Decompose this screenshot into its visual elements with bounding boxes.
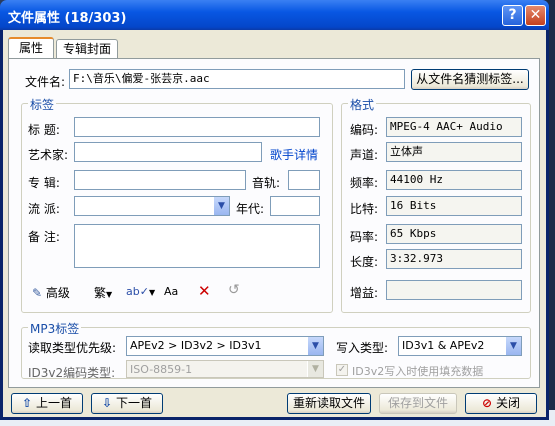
artist-details-link[interactable]: 歌手详情: [270, 146, 318, 163]
chevron-down-icon[interactable]: ▼: [307, 361, 323, 377]
chevron-down-icon[interactable]: ▼: [213, 197, 229, 215]
format-group-title: 格式: [348, 96, 377, 113]
traditional-label: 繁: [94, 286, 107, 300]
filename-field[interactable]: F:\音乐\偏爱-张芸京.aac: [69, 69, 405, 89]
title-field[interactable]: [74, 117, 320, 137]
write-type-value: ID3v1 & APEv2: [402, 339, 485, 352]
artist-field[interactable]: [74, 142, 262, 162]
chevron-down-icon: ▼: [148, 288, 156, 297]
advanced-label: 高级: [45, 286, 70, 300]
chevron-down-icon[interactable]: ▼: [505, 337, 521, 355]
arrow-down-icon: ⇩: [102, 396, 113, 410]
properties-panel: 文件名: F:\音乐\偏爱-张芸京.aac 从文件名猜测标签... 标签 标 题…: [8, 58, 540, 388]
tab-properties[interactable]: 属性: [8, 37, 54, 59]
file-properties-dialog: 文件属性 (18/303) ? ✕ 属性 专辑封面 文件名: F:\音乐\偏爱-…: [0, 0, 549, 420]
genre-select[interactable]: ▼: [74, 196, 230, 216]
tags-group-title: 标签: [28, 96, 57, 113]
previous-track-label: 上一首: [35, 396, 72, 410]
spell-check-icon: ab✓: [126, 285, 149, 298]
guess-from-filename-button[interactable]: 从文件名猜测标签...: [411, 69, 529, 90]
comment-label: 备 注:: [28, 230, 60, 244]
delete-icon[interactable]: ✕: [198, 282, 211, 300]
encoding-type-select[interactable]: ISO-8859-1 ▼: [126, 360, 324, 378]
case-label: Aa: [164, 285, 179, 298]
close-label: 关闭: [495, 396, 520, 410]
help-button[interactable]: ?: [502, 5, 523, 26]
encoding-type-value: ISO-8859-1: [130, 363, 193, 376]
album-field[interactable]: [74, 170, 246, 190]
gain-label: 增益:: [350, 286, 379, 300]
chevron-down-icon[interactable]: ▼: [307, 337, 323, 355]
chevron-down-icon: ▼: [106, 290, 113, 299]
edit-icon: ✎: [32, 286, 43, 300]
padding-checkbox[interactable]: ✓: [336, 364, 348, 376]
undo-icon[interactable]: ↺: [228, 282, 240, 298]
track-field[interactable]: [288, 170, 320, 190]
year-field[interactable]: [270, 196, 320, 216]
tags-group: 标签 标 题: 艺术家: 歌手详情 专 辑: 音轨: 流 派: ▼ 年代: 备 …: [21, 96, 333, 313]
close-circle-icon: ⊘: [482, 396, 493, 410]
bits-label: 比特:: [350, 202, 379, 216]
title-bar[interactable]: 文件属性 (18/303) ? ✕: [0, 0, 549, 30]
mp3-tag-group: MP3标签 读取类型优先级: APEv2 > ID3v2 > ID3v1 ▼ 写…: [21, 320, 531, 380]
track-label: 音轨:: [252, 176, 281, 190]
encoding-type-label: ID3v2编码类型:: [28, 366, 116, 380]
next-track-button[interactable]: ⇩ 下一首: [91, 393, 163, 414]
frequency-value: 44100 Hz: [386, 170, 522, 190]
channel-value: 立体声: [386, 142, 522, 162]
tab-album-cover-label: 专辑封面: [62, 42, 111, 56]
codec-value: MPEG-4 AAC+ Audio: [386, 117, 522, 137]
gain-value: [386, 280, 522, 300]
write-type-select[interactable]: ID3v1 & APEv2 ▼: [398, 336, 522, 356]
window-close-button[interactable]: ✕: [525, 5, 546, 26]
channel-label: 声道:: [350, 148, 379, 162]
frequency-label: 频率:: [350, 176, 379, 190]
read-priority-label: 读取类型优先级:: [28, 341, 117, 355]
tab-properties-label: 属性: [18, 41, 43, 55]
codec-label: 编码:: [350, 123, 379, 137]
genre-label: 流 派:: [28, 202, 60, 216]
close-button[interactable]: ⊘ 关闭: [465, 393, 537, 414]
bits-value: 16 Bits: [386, 196, 522, 216]
mp3-group-title: MP3标签: [28, 320, 82, 337]
save-to-file-button[interactable]: 保存到文件: [379, 393, 457, 414]
advanced-button[interactable]: ✎ 高级: [32, 284, 70, 301]
artist-label: 艺术家:: [28, 148, 69, 162]
filename-label: 文件名:: [25, 75, 66, 89]
previous-track-button[interactable]: ⇧ 上一首: [11, 393, 83, 414]
year-label: 年代:: [236, 202, 265, 216]
arrow-up-icon: ⇧: [22, 396, 33, 410]
traditional-chinese-button[interactable]: 繁▼: [94, 284, 112, 301]
format-group: 格式 编码: MPEG-4 AAC+ Audio 声道: 立体声 频率: 441…: [341, 96, 531, 313]
next-track-label: 下一首: [115, 396, 152, 410]
album-label: 专 辑:: [28, 176, 60, 190]
tab-album-cover[interactable]: 专辑封面: [56, 39, 118, 59]
bitrate-value: 65 Kbps: [386, 224, 522, 244]
read-priority-value: APEv2 > ID3v2 > ID3v1: [130, 339, 262, 352]
write-type-label: 写入类型:: [336, 341, 389, 355]
length-label: 长度:: [350, 255, 379, 269]
case-convert-button[interactable]: Aa: [164, 284, 178, 298]
dialog-client-area: 属性 专辑封面 文件名: F:\音乐\偏爱-张芸京.aac 从文件名猜测标签..…: [3, 30, 546, 417]
read-priority-select[interactable]: APEv2 > ID3v2 > ID3v1 ▼: [126, 336, 324, 356]
length-value: 3:32.973: [386, 249, 522, 269]
bitrate-label: 码率:: [350, 230, 379, 244]
reload-file-button[interactable]: 重新读取文件: [287, 393, 371, 414]
title-label: 标 题:: [28, 123, 60, 137]
window-title: 文件属性 (18/303): [8, 11, 127, 26]
spell-check-button[interactable]: ab✓▼: [126, 284, 155, 298]
padding-label: ID3v2写入时使用填充数据: [352, 365, 484, 378]
comment-field[interactable]: [74, 224, 320, 268]
